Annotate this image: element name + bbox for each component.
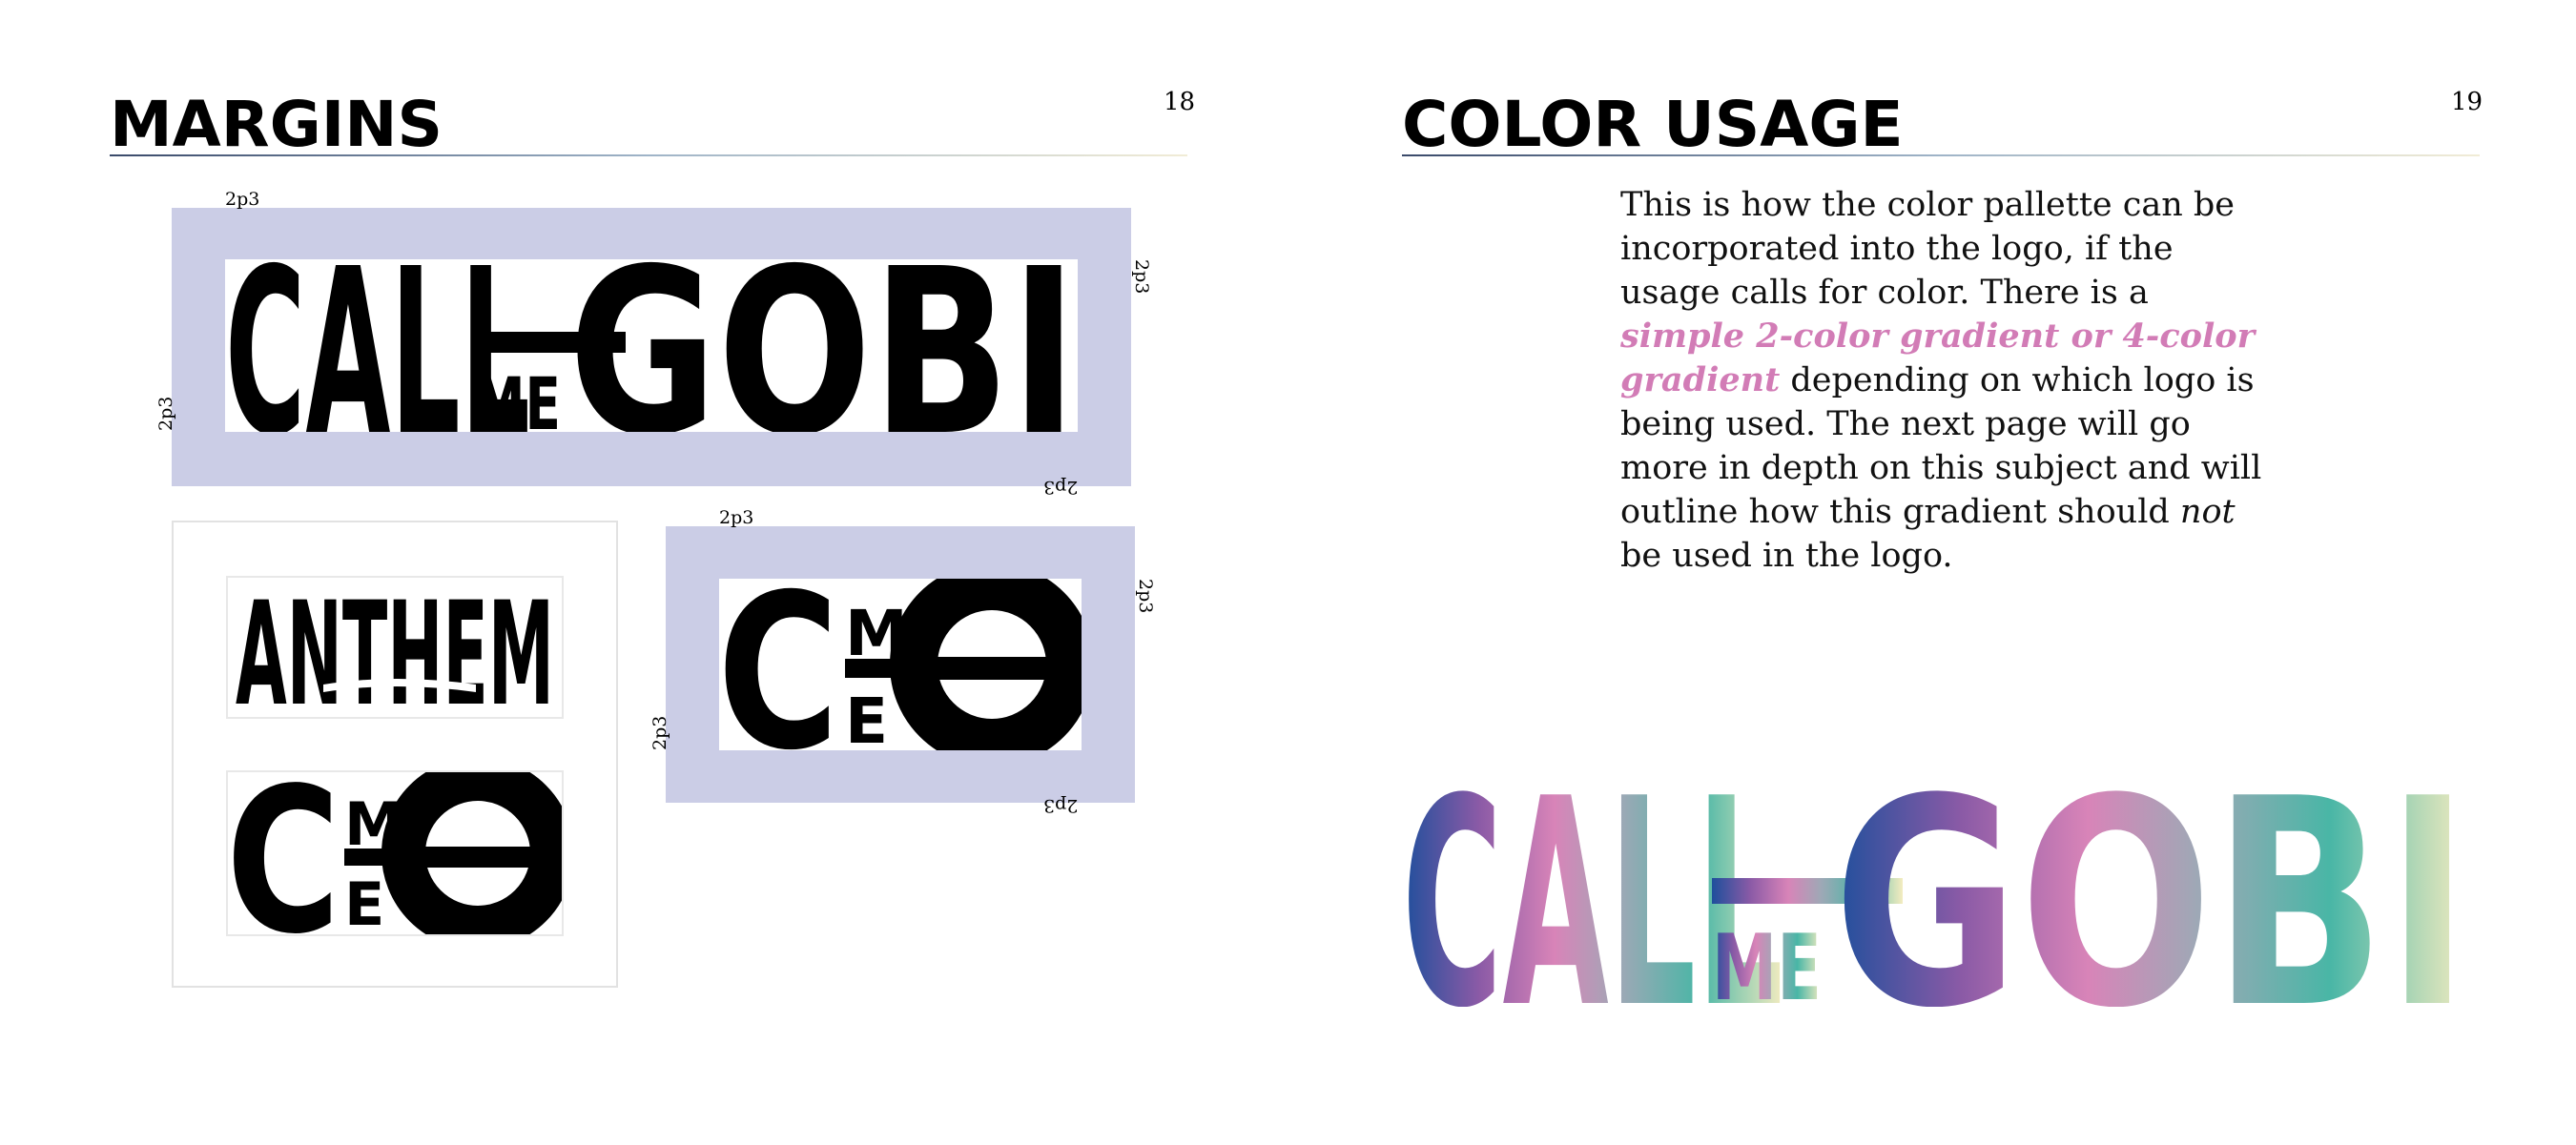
monogram-logo-small: C M E: [226, 770, 564, 936]
heading-rule: [1402, 154, 2480, 156]
page-title-color-usage: COLOR USAGE: [1402, 88, 1904, 161]
margin-label-top: 2p3: [719, 507, 754, 528]
body-text-part: be used in the logo.: [1620, 537, 1953, 575]
gradient-logo: CALL ME GOBI: [1402, 787, 2470, 1007]
right-page: COLOR USAGE 19 This is how the color pal…: [1288, 0, 2575, 1145]
logo-me-text: ME: [473, 361, 561, 432]
anthem-logo: ANTHEM: [226, 576, 564, 719]
monogram-e-text: E: [344, 869, 384, 934]
page-number: 19: [2451, 88, 2483, 116]
emphasis-not: not: [2179, 493, 2236, 531]
margin-label-left: 2p3: [649, 715, 670, 750]
body-text-part: This is how the color pallette can be in…: [1620, 186, 2235, 312]
anthem-text: ANTHEM: [236, 578, 554, 717]
margin-label-right: 2p3: [1131, 259, 1152, 295]
call-me-gobi-logo: CALL ME GOBI: [225, 259, 1078, 432]
monogram-c-large-text: C: [719, 579, 839, 750]
gradient-logo-me: ME: [1712, 916, 1822, 1007]
gradient-logo-gobi: GOBI: [1833, 787, 2470, 1007]
margin-label-right: 2p3: [1135, 579, 1156, 614]
page-number: 18: [1164, 88, 1196, 116]
monogram-e-large-text: E: [845, 685, 888, 750]
heading-rule: [110, 154, 1187, 156]
margin-label-bottom: 2p3: [1043, 477, 1079, 498]
margin-label-left: 2p3: [155, 396, 176, 431]
monogram-logo-large: C M E: [719, 579, 1082, 750]
monogram-c-text: C: [228, 772, 340, 934]
wordmark-logo-black: CALL ME GOBI: [225, 259, 1078, 432]
margin-label-bottom: 2p3: [1043, 795, 1079, 816]
margin-label-top: 2p3: [225, 189, 260, 210]
left-page: MARGINS 18 CALL ME GOBI 2p3 2p3 2p3 2p3 …: [0, 0, 1288, 1145]
color-usage-description: This is how the color pallette can be in…: [1620, 183, 2278, 578]
logo-gobi-text: GOBI: [568, 259, 1078, 432]
page-title-margins: MARGINS: [110, 88, 443, 161]
